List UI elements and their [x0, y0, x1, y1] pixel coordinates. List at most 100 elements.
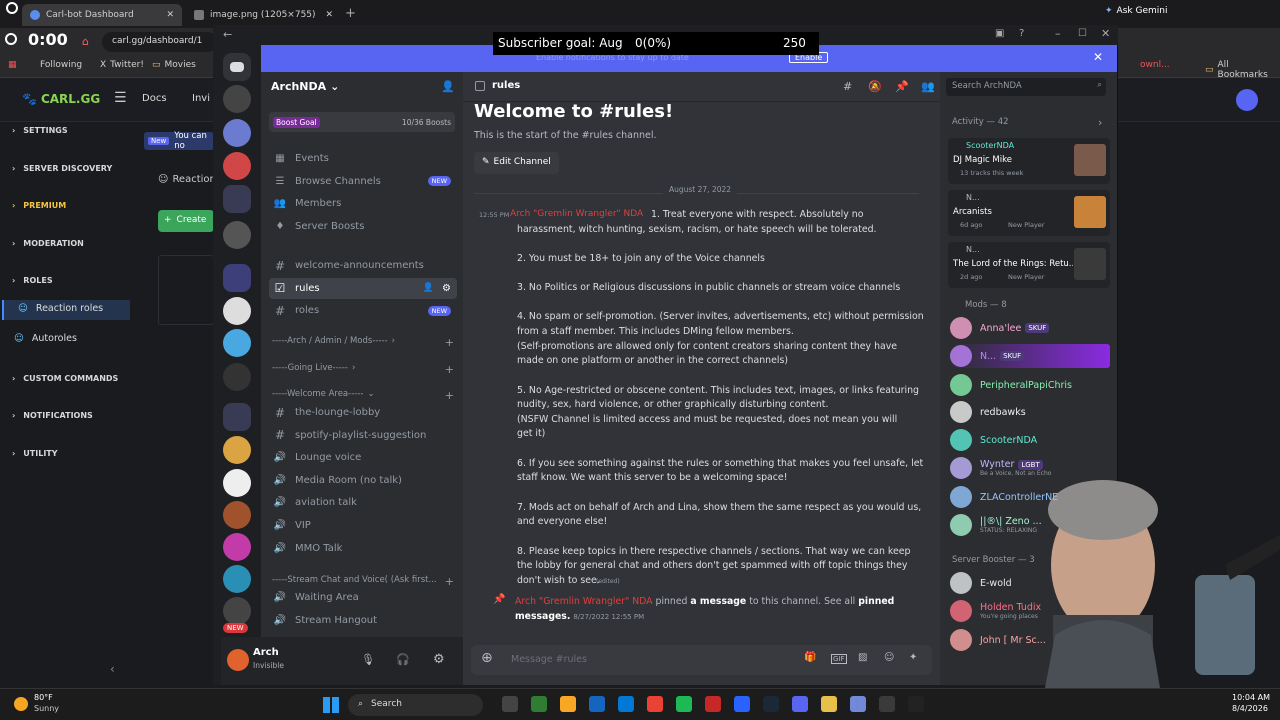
member-item[interactable]: redbawks [950, 400, 1026, 424]
chevron-right-icon[interactable]: › [1098, 116, 1102, 129]
members-icon[interactable]: 👥 [921, 80, 935, 93]
channel-item[interactable]: # spotify-playlist-suggestion [269, 425, 457, 446]
bookmark-partial[interactable]: ownl... [1140, 60, 1170, 70]
threads-icon[interactable]: # [843, 80, 852, 93]
gift-icon[interactable]: 🎁 [804, 652, 816, 663]
carl-sidebar-section[interactable]: › NOTIFICATIONS [12, 411, 93, 420]
taskbar-app-icon[interactable] [647, 696, 663, 712]
channel-item[interactable]: 🔊 aviation talk [269, 492, 457, 513]
taskbar-app-icon[interactable] [705, 696, 721, 712]
server-icon[interactable] [223, 297, 251, 325]
channel-item[interactable]: 🔊 MMO Talk [269, 538, 457, 559]
taskbar-app-icon[interactable] [618, 696, 634, 712]
channel-sidebar-item[interactable]: ♦ Server Boosts [269, 216, 457, 237]
server-icon[interactable] [223, 329, 251, 357]
server-icon[interactable] [223, 363, 251, 391]
pin-messages-link[interactable]: messages. [515, 611, 570, 622]
channel-item[interactable]: 🔊 Media Room (no talk) [269, 470, 457, 491]
taskbar-search[interactable]: ⌕ Search [348, 694, 483, 716]
message-composer[interactable]: ⊕ Message #rules 🎁 GIF ▨ ☺ ✦ [471, 645, 932, 675]
channel-welcome-announcements[interactable]: # welcome-announcements [269, 255, 457, 276]
sticker-icon[interactable]: ▨ [858, 652, 867, 663]
edit-channel-button[interactable]: ✎ Edit Channel [474, 152, 559, 174]
invite-link[interactable]: Invi [192, 93, 210, 104]
gif-icon[interactable]: GIF [831, 654, 847, 664]
add-member-icon[interactable]: 👤 [423, 283, 434, 293]
bookmark-following[interactable]: Following [40, 60, 82, 70]
carl-sidebar-section[interactable]: › UTILITY [12, 449, 58, 458]
maximize-icon[interactable]: ☐ [1078, 28, 1087, 39]
notification-icon[interactable]: 🔕 [868, 80, 882, 93]
boost-goal-bar[interactable]: Boost Goal 10/36 Boosts [269, 112, 455, 132]
channel-item[interactable]: # the-lounge-lobby [269, 402, 457, 423]
server-icon[interactable] [223, 436, 251, 464]
help-icon[interactable]: ? [1019, 28, 1024, 39]
server-icon[interactable] [223, 565, 251, 593]
tab-carl-dashboard[interactable]: Carl-bot Dashboard ✕ [22, 4, 182, 26]
member-item[interactable]: ||®\| Zeno ... STATUS: RELAXING [950, 513, 1042, 537]
channel-item[interactable]: 🔊 Stream Hangout [269, 610, 457, 631]
microphone-icon[interactable]: 🎙 [361, 653, 375, 666]
taskbar-app-icon[interactable] [734, 696, 750, 712]
member-item[interactable]: Anna'lee SKUF [950, 316, 1050, 340]
carl-sidebar-section[interactable]: › CUSTOM COMMANDS [12, 374, 118, 383]
channel-sidebar-item[interactable]: ☰ Browse Channels NEW [269, 171, 457, 192]
server-folder-icon[interactable] [223, 185, 251, 213]
channel-category[interactable]: -----Arch / Admin / Mods----- › + [272, 336, 454, 349]
tab-image[interactable]: image.png (1205×755) ✕ [186, 4, 341, 26]
bookmark-movies[interactable]: ▭ Movies [152, 60, 196, 70]
server-icon[interactable] [223, 152, 251, 180]
carl-sidebar-item[interactable]: ☺ Autoroles [0, 330, 128, 350]
add-attachment-icon[interactable]: ⊕ [481, 650, 493, 666]
server-icon[interactable] [223, 469, 251, 497]
create-button[interactable]: + Create [158, 210, 214, 232]
carl-sidebar-section[interactable]: › SERVER DISCOVERY [12, 164, 112, 173]
taskbar-app-icon[interactable] [821, 696, 837, 712]
invite-people-icon[interactable]: 👤 [441, 80, 455, 93]
taskbar-app-icon[interactable] [676, 696, 692, 712]
channel-category[interactable]: -----Welcome Area----- ⌄ + [272, 389, 454, 402]
member-item[interactable]: Holden Tudix You're going places [950, 599, 1041, 623]
all-bookmarks[interactable]: ▭ All Bookmarks [1205, 60, 1280, 80]
member-item[interactable]: PeripheralPapiChris [950, 373, 1072, 397]
carl-sidebar-item[interactable]: ☺ Reaction roles [2, 300, 130, 320]
activity-card[interactable]: ScooterNDA DJ Magic Mike 13 tracks this we… [948, 138, 1110, 184]
taskbar-app-icon[interactable] [502, 696, 518, 712]
pin-author[interactable]: Arch "Gremlin Wrangler" NDA [515, 596, 653, 607]
close-icon[interactable]: ✕ [1101, 27, 1110, 40]
carl-sidebar-section[interactable]: › ROLES [12, 276, 53, 285]
activity-card[interactable]: N... The Lord of the Rings: Retu... 2d ago… [948, 242, 1110, 288]
member-item[interactable]: E-wold [950, 571, 1012, 595]
server-icon[interactable] [223, 533, 251, 561]
pin-message-link[interactable]: a message [690, 596, 746, 607]
member-item[interactable]: ZLAControllerNE [950, 485, 1058, 509]
server-header[interactable]: ArchNDA ⌄ [271, 80, 339, 93]
menu-icon[interactable]: ☰ [114, 90, 127, 106]
url-field[interactable]: carl.gg/dashboard/1 [102, 32, 217, 52]
member-item[interactable]: John [ Mr Sc... [950, 628, 1046, 652]
member-item[interactable]: ScooterNDA [950, 428, 1037, 452]
taskbar-app-icon[interactable] [879, 696, 895, 712]
settings-gear-icon[interactable]: ⚙ [433, 652, 445, 667]
server-icon[interactable] [223, 264, 251, 292]
channel-rules[interactable]: ☑ rules 👤 ⚙ [269, 277, 457, 299]
channel-category[interactable]: -----Going Live----- › + [272, 363, 454, 376]
headphones-icon[interactable]: 🎧 [396, 653, 410, 666]
inbox-icon[interactable]: ▣ [995, 28, 1004, 39]
windows-start-icon[interactable] [323, 697, 339, 713]
taskbar-app-icon[interactable] [763, 696, 779, 712]
taskbar-app-icon[interactable] [850, 696, 866, 712]
channel-item[interactable]: 🔊 Waiting Area [269, 587, 457, 608]
taskbar-app-icon[interactable] [908, 696, 924, 712]
gemini-button[interactable]: ✦ Ask Gemini [1105, 6, 1167, 16]
taskbar-app-icon[interactable] [589, 696, 605, 712]
carl-sidebar-section[interactable]: › PREMIUM [12, 201, 66, 210]
channel-sidebar-item[interactable]: 👥 Members [269, 193, 457, 214]
member-item[interactable]: N... SKUF [950, 344, 1110, 368]
taskbar-app-icon[interactable] [792, 696, 808, 712]
carl-sidebar-section[interactable]: › MODERATION [12, 239, 84, 248]
server-icon[interactable] [223, 85, 251, 113]
discord-home-icon[interactable] [223, 53, 251, 81]
apps-icon[interactable]: ▦ [8, 60, 17, 70]
discord-logo-icon[interactable] [1236, 89, 1258, 111]
